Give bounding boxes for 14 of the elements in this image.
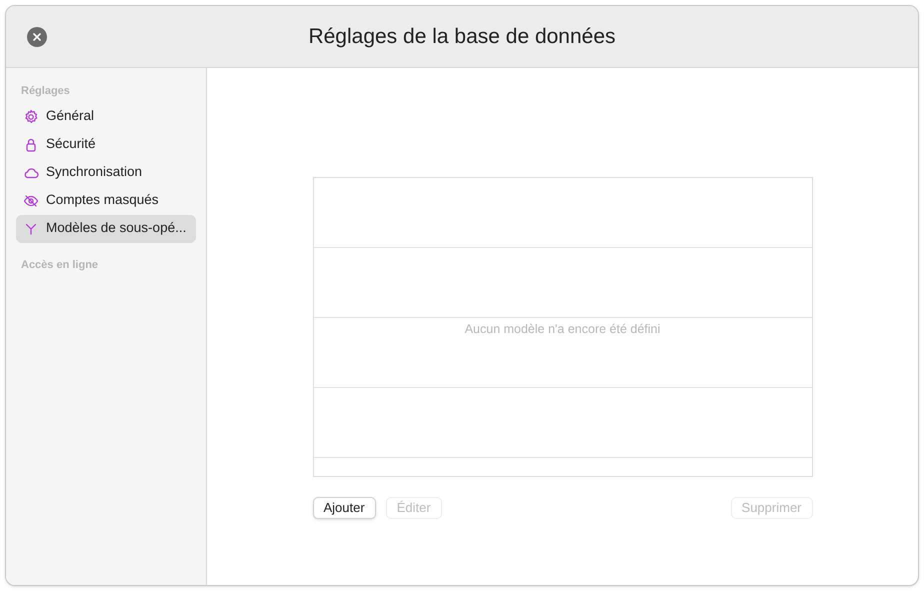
window-title: Réglages de la base de données	[308, 24, 616, 50]
sidebar-item[interactable]: Sécurité	[16, 130, 196, 158]
close-button[interactable]	[27, 26, 47, 46]
sidebar-item[interactable]: Modèles de sous-opé...	[16, 214, 196, 242]
section-header: Accès en ligne	[20, 258, 100, 272]
sidebar-item[interactable]: Général	[16, 102, 196, 130]
action-button[interactable]: Ajouter	[312, 497, 376, 519]
close-icon	[33, 32, 41, 40]
empty-message: Aucun modèle n'a encore été défini	[464, 321, 662, 338]
eye-slash-icon	[23, 192, 39, 208]
sidebar-item[interactable]: Synchronisation	[16, 158, 196, 186]
gear-icon	[23, 108, 39, 124]
sidebar-item[interactable]: Comptes masqués	[16, 186, 196, 214]
section-header: Réglages	[20, 84, 71, 99]
